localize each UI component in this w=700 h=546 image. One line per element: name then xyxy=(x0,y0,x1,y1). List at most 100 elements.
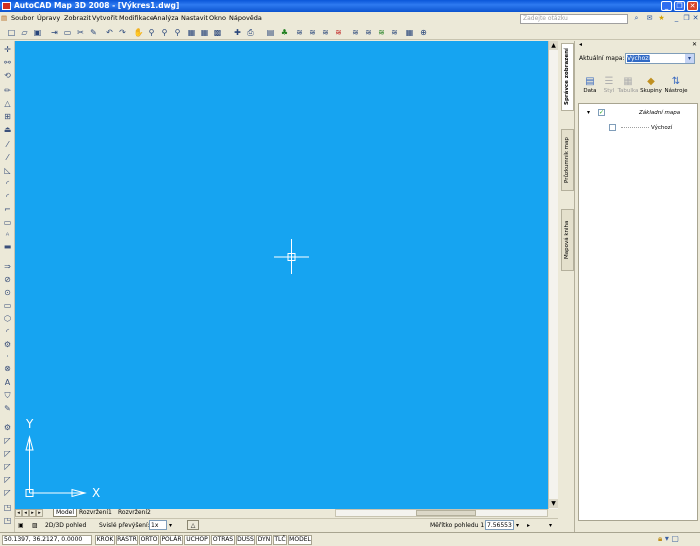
menu-zobrazit[interactable]: Zobrazit xyxy=(64,14,91,23)
xline-icon[interactable]: ⁄ xyxy=(2,152,13,163)
circle-icon[interactable]: ⊙ xyxy=(2,287,13,298)
polygon-icon[interactable]: ◺ xyxy=(2,165,13,176)
preview-icon[interactable]: ▭ xyxy=(62,27,73,38)
save-icon[interactable]: ▣ xyxy=(32,27,43,38)
pen-icon[interactable]: ✎ xyxy=(2,403,13,414)
map-tool3-icon[interactable]: ◸ xyxy=(2,461,13,472)
groups-button[interactable]: ◆ Skupiny xyxy=(639,75,663,97)
copy-icon[interactable]: ⊘ xyxy=(2,274,13,285)
table-tool-icon[interactable]: ▦ xyxy=(404,27,415,38)
layer-icon[interactable]: ≋ xyxy=(294,27,305,38)
doc-minimize-icon[interactable]: _ xyxy=(672,14,681,23)
toggle-polar[interactable]: POLÁR xyxy=(160,535,183,545)
layer7-icon[interactable]: ≋ xyxy=(376,27,387,38)
open-icon[interactable]: ▱ xyxy=(19,27,30,38)
autocad-app-icon[interactable] xyxy=(2,2,11,10)
rect-icon[interactable]: ⌐ xyxy=(2,204,13,215)
doc-icon[interactable]: ▤ xyxy=(1,14,7,23)
zoom-extents-icon[interactable]: ⊕ xyxy=(418,27,429,38)
viewbar-menu-icon[interactable]: ▾ xyxy=(549,521,552,530)
restore-icon[interactable]: ❐ xyxy=(674,1,685,11)
map-tool7-icon[interactable]: ◳ xyxy=(2,515,13,526)
toolpalettes-icon[interactable]: ▩ xyxy=(212,27,223,38)
erase-icon[interactable]: ⊗ xyxy=(2,363,13,374)
prev-tab-icon[interactable]: ◂ xyxy=(22,509,29,517)
layer5-icon[interactable]: ≋ xyxy=(350,27,361,38)
polyline-icon[interactable]: ⟲ xyxy=(2,70,13,81)
shape-icon[interactable]: ⏏ xyxy=(2,124,13,135)
tab-map-explorer[interactable]: Průzkumník map xyxy=(561,129,574,191)
map-data-icon[interactable]: ▤ xyxy=(265,27,276,38)
map-tool5-icon[interactable]: ◸ xyxy=(2,487,13,498)
3d-view-icon[interactable]: ▨ xyxy=(32,521,38,530)
scroll-up-icon[interactable]: ▲ xyxy=(549,41,558,50)
tab-rozvrzeni1[interactable]: Rozvržení1 xyxy=(77,509,114,517)
new-icon[interactable]: □ xyxy=(6,27,17,38)
current-map-select[interactable]: Výchozí ▾ xyxy=(625,53,695,64)
default-layer-checkbox[interactable] xyxy=(609,124,616,131)
scale-option-icon[interactable]: ▸ xyxy=(527,521,530,530)
layer8-icon[interactable]: ≋ xyxy=(389,27,400,38)
arc2-icon[interactable]: ◜ xyxy=(2,191,13,202)
last-tab-icon[interactable]: ▸ xyxy=(36,509,43,517)
scroll-down-icon[interactable]: ▼ xyxy=(549,499,558,508)
tree-item-base-map[interactable]: Základní mapa xyxy=(639,109,680,117)
block-icon[interactable]: ⚙ xyxy=(2,339,13,350)
toggle-model[interactable]: MODEL xyxy=(288,535,312,545)
construction-icon[interactable]: ⚯ xyxy=(2,57,13,68)
line-icon[interactable]: ✛ xyxy=(2,44,13,55)
pane-pin-icon[interactable]: ◂ xyxy=(579,41,582,48)
zoom-window-icon[interactable]: ⚲ xyxy=(159,27,170,38)
map-tool2-icon[interactable]: ◸ xyxy=(2,448,13,459)
rectangle2-icon[interactable]: ▭ xyxy=(2,300,13,311)
toggle-tlc[interactable]: TLČ xyxy=(273,535,287,545)
lock-icon[interactable]: 🔒︎ xyxy=(658,534,662,543)
hatch-icon[interactable]: ᴬ xyxy=(2,230,13,241)
vertical-scrollbar[interactable]: ▲ ▼ xyxy=(548,41,558,509)
snap-icon[interactable]: ✚ xyxy=(232,27,243,38)
layer2-icon[interactable]: ≋ xyxy=(307,27,318,38)
toggle-rastr[interactable]: RASTR xyxy=(116,535,138,545)
layer4-icon[interactable]: ≋ xyxy=(333,27,344,38)
tab-model[interactable]: Model xyxy=(53,509,78,517)
chevron-down-icon[interactable]: ▾ xyxy=(516,521,519,530)
scroll-thumb[interactable] xyxy=(416,510,476,516)
drawing-canvas[interactable]: Y X xyxy=(15,41,548,509)
gradient-icon[interactable]: ▬ xyxy=(2,241,13,252)
map-tool6-icon[interactable]: ◳ xyxy=(2,502,13,513)
view-scale-input[interactable]: 7.56553 xyxy=(485,520,514,530)
close-icon[interactable]: ✕ xyxy=(687,1,698,11)
layer3-icon[interactable]: ≋ xyxy=(320,27,331,38)
favorites-icon[interactable]: ★ xyxy=(657,14,666,23)
redo-icon[interactable]: ↷ xyxy=(117,27,128,38)
gear-icon[interactable]: ⚙ xyxy=(2,422,13,433)
pane-close-icon[interactable]: ✕ xyxy=(692,41,697,48)
tab-map-book[interactable]: Mapová kniha xyxy=(561,209,574,271)
tree-item-default[interactable]: Výchozí xyxy=(651,124,672,132)
toggle-dyn[interactable]: DYN xyxy=(256,535,272,545)
menu-upravy[interactable]: Úpravy xyxy=(37,14,60,23)
terrain-icon[interactable]: △ xyxy=(187,520,199,530)
help-question-input[interactable]: Zadejte otázku xyxy=(520,14,628,24)
cut-icon[interactable]: ✂ xyxy=(75,27,86,38)
layer6-icon[interactable]: ≋ xyxy=(363,27,374,38)
table-button[interactable]: ▦ Tabulka xyxy=(617,75,639,97)
menu-soubor[interactable]: Soubor xyxy=(11,14,34,23)
bucket-icon[interactable]: ⛉ xyxy=(2,390,13,401)
matchprop-icon[interactable]: ✎ xyxy=(88,27,99,38)
chevron-down-icon[interactable]: ▾ xyxy=(169,521,172,530)
menu-modifikace[interactable]: Modifikace xyxy=(119,14,154,23)
map-tool1-icon[interactable]: ◸ xyxy=(2,435,13,446)
doc-restore-icon[interactable]: ❐ xyxy=(682,14,691,23)
view-toggle-icon[interactable]: ▣ xyxy=(18,521,24,530)
properties-icon[interactable]: ▦ xyxy=(186,27,197,38)
coordinates-display[interactable]: 50.1397, 36.2127, 0.0000 xyxy=(2,535,92,545)
text-icon[interactable]: A xyxy=(2,377,13,388)
menu-napoveda[interactable]: Nápověda xyxy=(229,14,262,23)
zoom-realtime-icon[interactable]: ⚲ xyxy=(146,27,157,38)
tab-display-manager[interactable]: Správce zobrazení xyxy=(561,43,574,111)
menu-vytvorit[interactable]: Vytvořit xyxy=(92,14,118,23)
rectangle-icon[interactable]: ▭ xyxy=(2,217,13,228)
zoom-previous-icon[interactable]: ⚲ xyxy=(172,27,183,38)
collapse-icon[interactable]: ▾ xyxy=(587,109,590,117)
